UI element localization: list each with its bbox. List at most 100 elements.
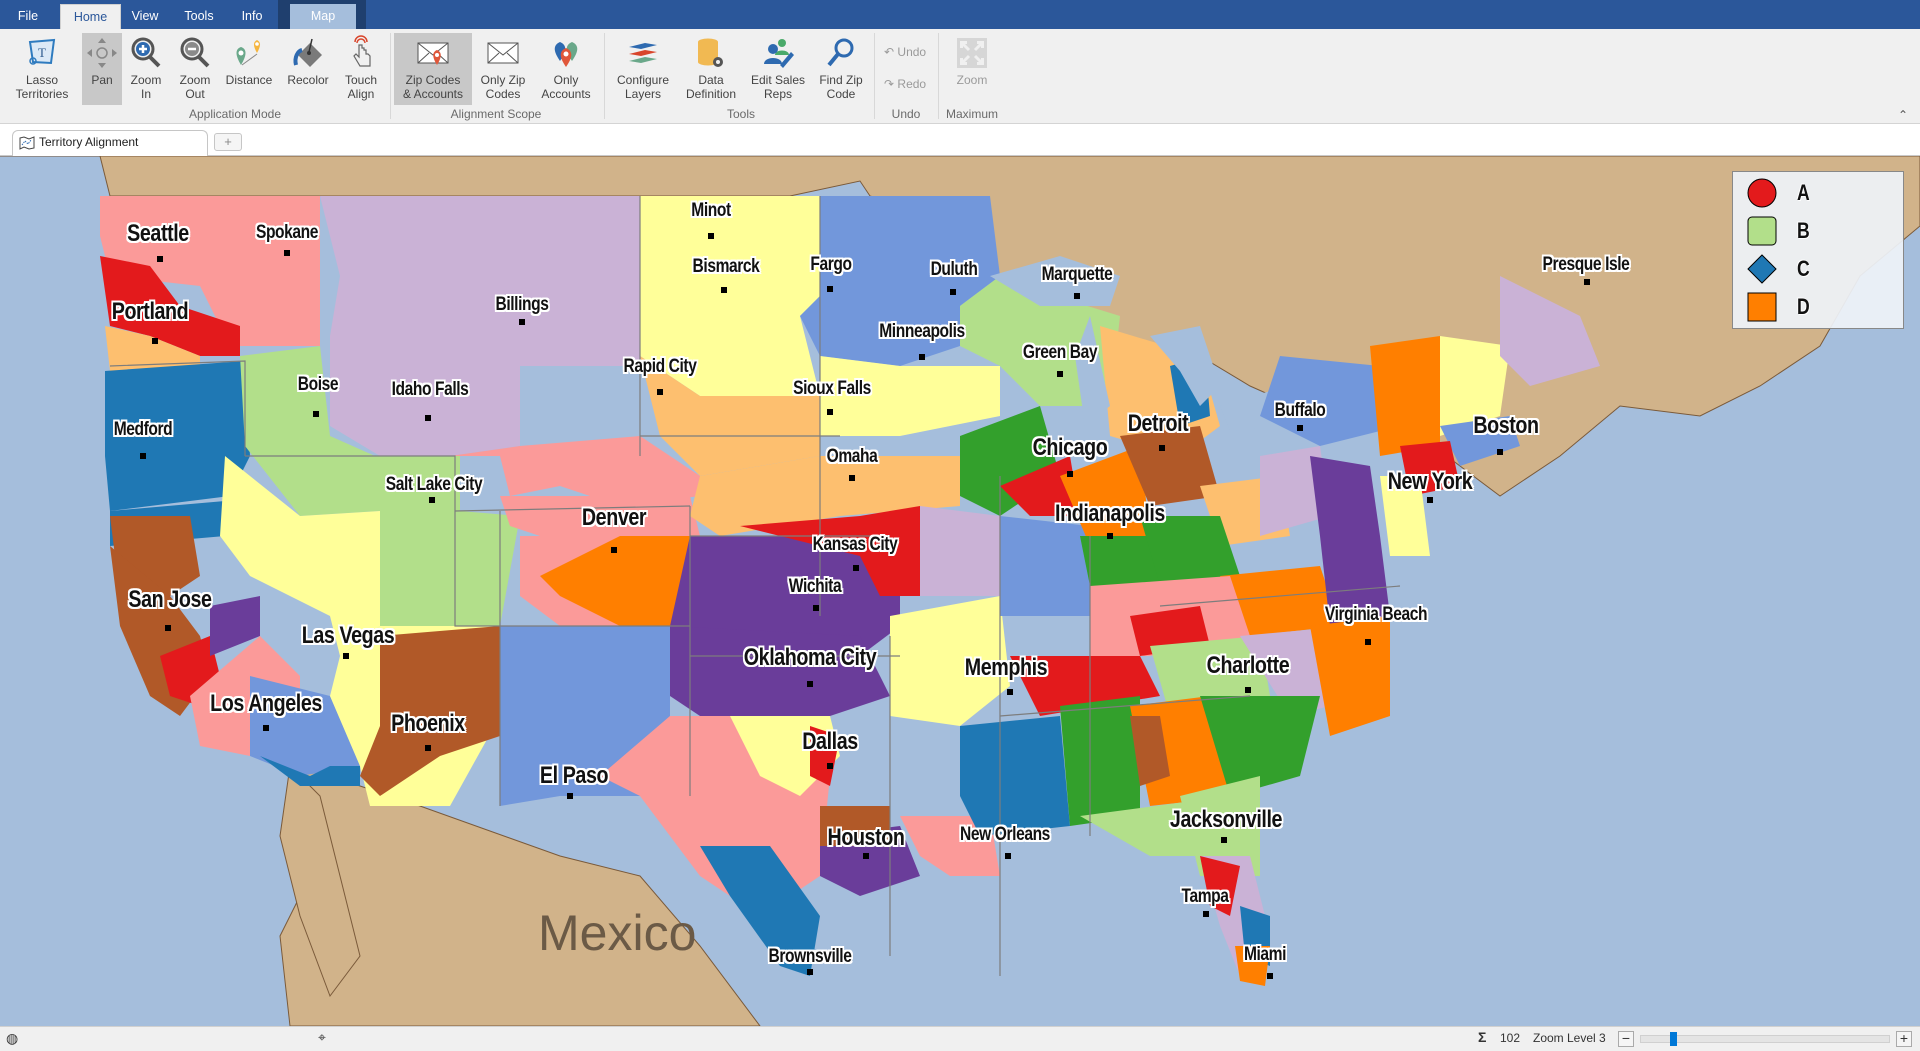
city-marker[interactable] <box>919 354 925 360</box>
city-label: Las Vegas <box>301 622 395 649</box>
city-label: Phoenix <box>391 710 465 737</box>
legend-item-d: D <box>1747 292 1897 324</box>
city-marker[interactable] <box>1497 449 1503 455</box>
city-label: El Paso <box>539 762 609 789</box>
tab-home[interactable]: Home <box>60 4 121 29</box>
configure-layers-button[interactable]: Configure Layers <box>612 33 674 105</box>
city-marker[interactable] <box>519 319 525 325</box>
group-separator <box>604 33 605 119</box>
city-marker[interactable] <box>1057 371 1063 377</box>
tab-info[interactable]: Info <box>232 4 272 29</box>
group-label-undo: Undo <box>891 107 921 121</box>
city-marker[interactable] <box>708 233 714 239</box>
city-marker[interactable] <box>853 565 859 571</box>
city-marker[interactable] <box>343 653 349 659</box>
city-marker[interactable] <box>263 725 269 731</box>
recolor-button[interactable]: Recolor <box>284 33 332 105</box>
globe-icon[interactable]: ◍ <box>6 1030 18 1047</box>
city-marker[interactable] <box>313 411 319 417</box>
tab-view[interactable]: View <box>124 4 166 29</box>
city-marker[interactable] <box>1221 837 1227 843</box>
city-marker[interactable] <box>1007 689 1013 695</box>
legend-item-b: B <box>1747 216 1897 248</box>
city-marker[interactable] <box>425 745 431 751</box>
only-zip-codes-button[interactable]: Only Zip Codes <box>476 33 530 105</box>
zoom-level-text: Zoom Level 3 <box>1533 1031 1606 1045</box>
city-label: Houston <box>827 824 905 851</box>
location-pin-icon[interactable]: ⌖ <box>318 1029 326 1046</box>
zoom-in-icon <box>128 35 164 71</box>
city-marker[interactable] <box>827 409 833 415</box>
city-marker[interactable] <box>721 287 727 293</box>
city-marker[interactable] <box>1067 471 1073 477</box>
city-marker[interactable] <box>1245 687 1251 693</box>
tab-tools[interactable]: Tools <box>174 4 224 29</box>
city-label: Sioux Falls <box>793 378 871 399</box>
city-label: Detroit <box>1127 410 1189 437</box>
city-marker[interactable] <box>827 286 833 292</box>
zip-codes-accounts-button[interactable]: Zip Codes & Accounts <box>394 33 472 105</box>
zoom-slider[interactable] <box>1640 1032 1890 1046</box>
zoom-out-button[interactable]: Zoom Out <box>174 33 216 105</box>
city-marker[interactable] <box>950 289 956 295</box>
data-definition-button[interactable]: Data Definition <box>680 33 742 105</box>
city-marker[interactable] <box>425 415 431 421</box>
city-marker[interactable] <box>813 605 819 611</box>
zoom-in-button[interactable]: Zoom In <box>126 33 166 105</box>
city-marker[interactable] <box>807 681 813 687</box>
collapse-ribbon-icon[interactable]: ⌃ <box>1896 108 1910 122</box>
city-marker[interactable] <box>1427 497 1433 503</box>
city-marker[interactable] <box>611 547 617 553</box>
city-label: Boise <box>297 374 339 395</box>
paint-bucket-icon <box>290 35 326 71</box>
city-marker[interactable] <box>1297 425 1303 431</box>
zoom-slider-thumb[interactable] <box>1670 1032 1678 1046</box>
city-label: Los Angeles <box>210 690 322 717</box>
zoom-in-small-button[interactable]: + <box>1896 1031 1912 1047</box>
map-canvas[interactable]: Seattle Spokane Portland Medford Boise Idaho … <box>0 156 1920 1026</box>
city-marker[interactable] <box>1365 639 1371 645</box>
city-marker[interactable] <box>1584 279 1590 285</box>
city-marker[interactable] <box>807 969 813 975</box>
tab-map[interactable]: Map <box>290 4 356 29</box>
lasso-territories-button[interactable]: T Lasso Territories <box>8 33 76 105</box>
city-marker[interactable] <box>152 338 158 344</box>
city-marker[interactable] <box>657 389 663 395</box>
find-zip-code-button[interactable]: Find Zip Code <box>814 33 868 105</box>
record-count: 102 <box>1500 1031 1521 1045</box>
new-tab-button[interactable]: + <box>214 133 242 151</box>
undo-icon: ↶ <box>884 45 895 59</box>
city-marker[interactable] <box>1267 973 1273 979</box>
city-marker[interactable] <box>827 763 833 769</box>
city-marker[interactable] <box>1159 445 1165 451</box>
group-label-alignment-scope: Alignment Scope <box>450 107 542 121</box>
only-accounts-button[interactable]: Only Accounts <box>536 33 596 105</box>
city-marker[interactable] <box>1203 911 1209 917</box>
city-marker[interactable] <box>165 625 171 631</box>
tab-file[interactable]: File <box>8 4 48 29</box>
tab-territory-alignment[interactable]: Territory Alignment <box>12 130 208 156</box>
city-marker[interactable] <box>1074 293 1080 299</box>
city-label: Oklahoma City <box>743 644 877 671</box>
zoom-out-small-button[interactable]: − <box>1618 1031 1634 1047</box>
zoom-maximum-button[interactable]: Zoom <box>944 33 1000 105</box>
city-label: Duluth <box>930 259 978 280</box>
distance-button[interactable]: Distance <box>222 33 276 105</box>
redo-button[interactable]: ↷ Redo <box>884 75 926 93</box>
city-marker[interactable] <box>429 497 435 503</box>
touch-align-button[interactable]: Touch Align <box>340 33 382 105</box>
city-marker[interactable] <box>157 256 163 262</box>
undo-button[interactable]: ↶ Undo <box>884 43 926 61</box>
city-label: San Jose <box>128 586 212 613</box>
pan-button[interactable]: Pan <box>82 33 122 105</box>
city-marker[interactable] <box>863 853 869 859</box>
city-marker[interactable] <box>1005 853 1011 859</box>
city-marker[interactable] <box>140 453 146 459</box>
city-marker[interactable] <box>284 250 290 256</box>
city-marker[interactable] <box>1107 533 1113 539</box>
city-marker[interactable] <box>567 793 573 799</box>
city-label: Miami <box>1243 944 1287 965</box>
city-label: Minot <box>691 200 731 221</box>
edit-sales-reps-button[interactable]: Edit Sales Reps <box>748 33 808 105</box>
city-marker[interactable] <box>849 475 855 481</box>
